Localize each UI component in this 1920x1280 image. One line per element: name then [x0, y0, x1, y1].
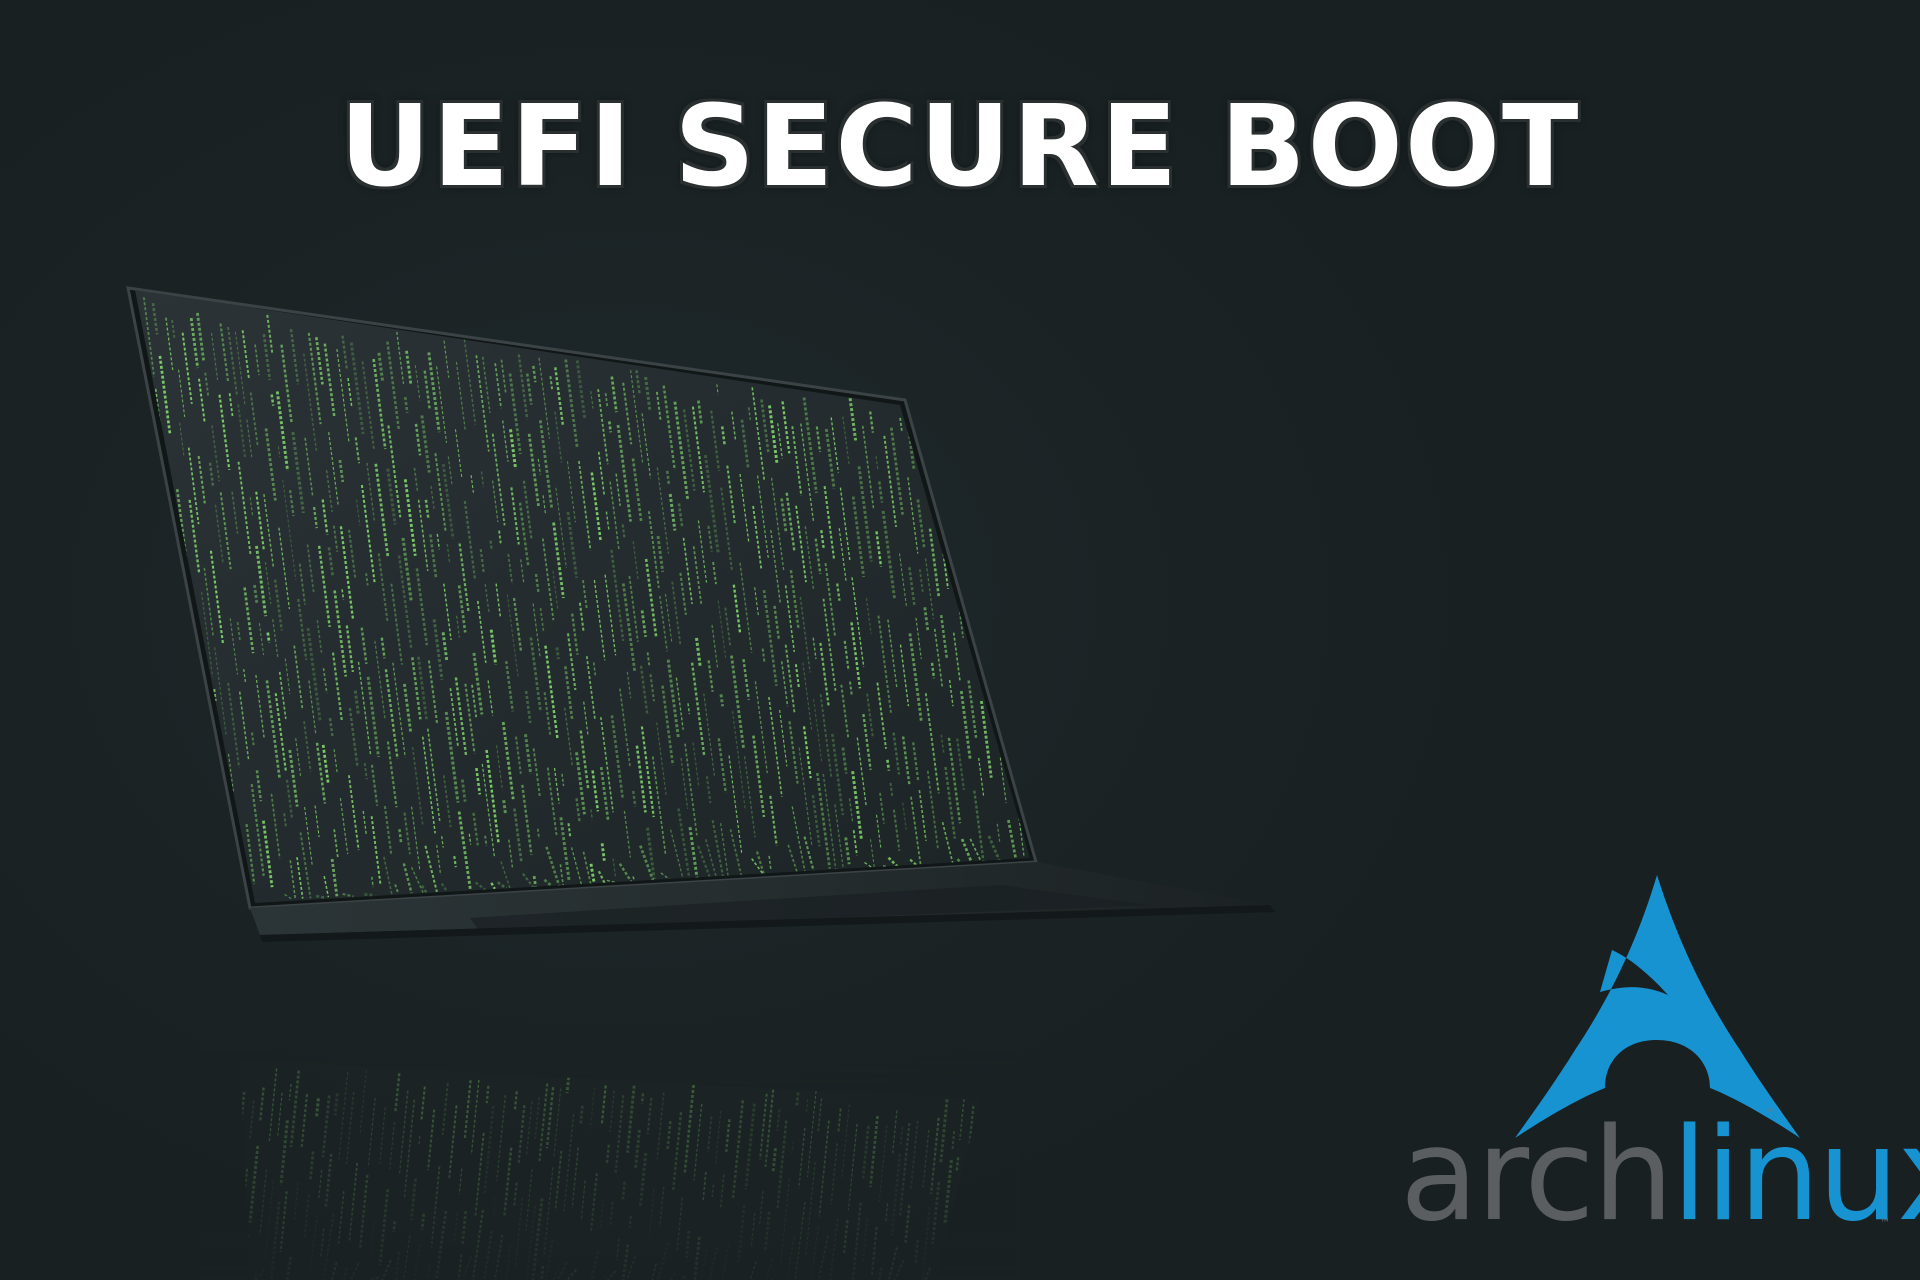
- trademark-mark-2: ™: [1880, 1218, 1890, 1229]
- code-rain-streak: [1042, 753, 1049, 807]
- code-rain-streak: [1027, 462, 1030, 519]
- code-rain-streak: [980, 529, 992, 595]
- code-rain-streak: [208, 863, 224, 903]
- code-rain-streak: [1001, 556, 1010, 609]
- code-rain-streak: [1051, 818, 1054, 840]
- code-rain-streak: [1012, 532, 1021, 577]
- code-rain-streak: [198, 787, 209, 848]
- code-rain-streak: [1040, 509, 1051, 591]
- code-rain-streak: [933, 418, 946, 496]
- hero-image: UEFI SECURE BOOT archlinux ™ ™: [0, 0, 1920, 1280]
- code-rain-streak: [222, 843, 231, 894]
- code-rain-streak: [999, 492, 1012, 564]
- code-rain-streak: [976, 579, 989, 656]
- code-rain-streak: [1036, 703, 1038, 719]
- code-rain-streak: [1025, 629, 1030, 681]
- code-rain-streak: [943, 419, 958, 507]
- page-title: UEFI SECURE BOOT: [339, 82, 1581, 212]
- code-rain-streak: [1010, 571, 1019, 622]
- code-rain-streak: [1014, 423, 1029, 523]
- code-rain-streak: [990, 536, 1001, 597]
- code-rain-streak: [973, 478, 980, 505]
- code-rain-streak: [965, 415, 973, 454]
- code-rain-streak: [214, 848, 224, 903]
- code-rain-streak: [1042, 567, 1052, 647]
- code-rain-streak: [236, 869, 244, 902]
- code-rain-streak: [961, 555, 969, 593]
- code-rain-streak: [1018, 503, 1022, 520]
- code-rain-streak: [1054, 720, 1059, 760]
- code-rain-streak: [1029, 432, 1030, 457]
- code-rain-streak: [997, 658, 1010, 742]
- code-rain-streak: [719, 694, 725, 707]
- code-rain-streak: [502, 800, 507, 814]
- laptop-screen: [135, 290, 1030, 903]
- code-rain-streak: [1012, 640, 1017, 660]
- code-rain-streak: [188, 709, 198, 760]
- code-rain-streak: [1085, 851, 1087, 858]
- laptop-reflection: [200, 1050, 1020, 1280]
- code-rain-streak: [1054, 617, 1064, 696]
- code-rain-streak: [958, 448, 974, 547]
- code-rain-streak: [1035, 576, 1043, 639]
- code-rain-streak: [1029, 766, 1030, 822]
- code-rain-streak: [985, 428, 999, 521]
- code-rain-streak: [1000, 435, 1011, 498]
- code-rain-streak: [1025, 564, 1030, 628]
- code-rain-streak: [1039, 784, 1052, 861]
- code-rain-streak: [991, 616, 997, 637]
- code-rain-streak: [1077, 841, 1083, 859]
- code-rain-streak: [1068, 720, 1074, 763]
- code-rain-streak: [991, 421, 996, 448]
- trademark-mark: ™: [1766, 1108, 1776, 1119]
- code-rain-streak: [977, 435, 990, 513]
- code-rain-streak: [160, 493, 169, 541]
- code-rain-streak: [179, 639, 185, 664]
- code-rain-streak: [1046, 662, 1051, 700]
- code-rain-streak: [201, 750, 213, 819]
- code-rain-streak: [1005, 652, 1017, 724]
- wordmark-arch: arch: [1400, 1101, 1674, 1250]
- code-rain-streak: [1057, 798, 1064, 850]
- code-rain-streak: [1041, 672, 1051, 751]
- code-rain-streak: [1063, 733, 1072, 801]
- code-rain-streak: [194, 690, 198, 709]
- code-rain-streak: [1016, 737, 1026, 788]
- code-rain-streak: [1019, 694, 1026, 724]
- code-rain-streak: [1063, 788, 1070, 838]
- code-rain-streak: [171, 580, 176, 599]
- code-rain-streak: [1074, 772, 1083, 842]
- archlinux-wordmark: archlinux: [1400, 1112, 1920, 1240]
- code-rain-streak: [1009, 432, 1018, 485]
- archlinux-logo-icon: [1515, 875, 1800, 1138]
- code-rain-streak: [1029, 720, 1030, 762]
- code-rain-streak: [184, 680, 190, 696]
- code-rain-streak: [1057, 685, 1060, 705]
- code-rain-streak: [1018, 636, 1029, 691]
